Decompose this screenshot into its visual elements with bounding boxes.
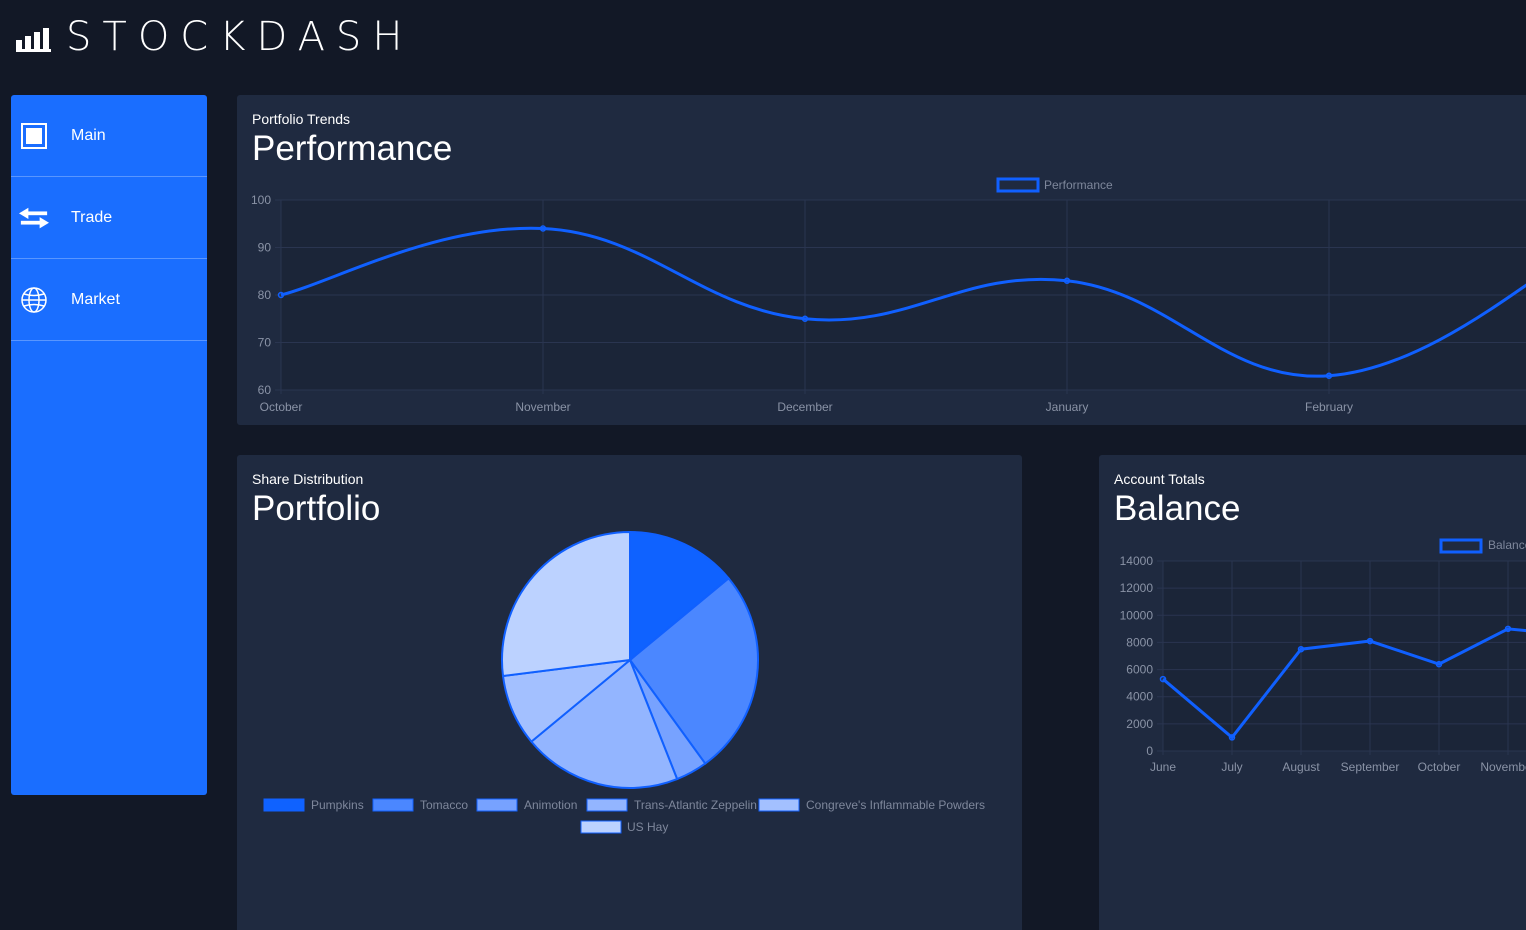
sidebar-item-label: Trade: [71, 208, 113, 226]
balance-chart: 14000 12000 10000 8000 6000 4000 2000 0 June July…: [1120, 538, 1526, 774]
y-tick-label: 2000: [1126, 717, 1153, 731]
y-tick-label: 60: [258, 383, 272, 397]
legend-label: Tomacco: [420, 798, 468, 812]
x-tick-label: December: [777, 400, 832, 414]
x-tick-label: January: [1046, 400, 1089, 414]
x-tick-label: November: [1480, 760, 1526, 774]
legend-label: Trans-Atlantic Zeppelin: [634, 798, 757, 812]
pie-slice: [501, 530, 631, 678]
legend-swatch: [580, 820, 622, 834]
y-tick-label: 14000: [1120, 554, 1154, 568]
globe-icon: [19, 285, 49, 315]
balance-card: Account Totals Balance 14000 12000 10000 80…: [1099, 455, 1526, 930]
sidebar-item-trade[interactable]: Trade: [11, 177, 207, 259]
legend-swatch: [1439, 538, 1483, 554]
sidebar-item-market[interactable]: Market: [11, 259, 207, 341]
y-tick-label: 100: [251, 193, 271, 207]
legend-swatch: [476, 798, 518, 812]
legend-label: Animotion: [524, 798, 577, 812]
brand-title[interactable]: STOCKDASH: [66, 14, 413, 60]
sidebar: Main Trade Market: [11, 95, 207, 795]
x-tick-label: October: [1418, 760, 1461, 774]
performance-chart: 100 90 80 70 60 October November December Januar…: [251, 177, 1526, 414]
y-tick-label: 6000: [1126, 663, 1153, 677]
y-tick-label: 90: [258, 241, 272, 255]
performance-card: Portfolio Trends Performance 100 90 80 70 60…: [237, 95, 1526, 425]
y-tick-label: 4000: [1126, 690, 1153, 704]
legend-label: Performance: [1044, 178, 1113, 192]
y-tick-label: 80: [258, 288, 272, 302]
legend-swatch: [758, 798, 800, 812]
legend-label: Congreve's Inflammable Powders: [806, 798, 985, 812]
sidebar-item-main[interactable]: Main: [11, 95, 207, 177]
legend-swatch: [263, 798, 305, 812]
swap-arrows-icon: [19, 203, 49, 233]
y-tick-label: 12000: [1120, 581, 1154, 595]
legend-label: Balance: [1488, 538, 1526, 552]
portfolio-card: Share Distribution Portfolio Pumpkins Tom…: [237, 455, 1022, 930]
legend-swatch: [996, 177, 1040, 193]
x-tick-label: November: [515, 400, 570, 414]
sidebar-item-label: Main: [71, 126, 106, 144]
legend-swatch: [372, 798, 414, 812]
x-tick-label: October: [260, 400, 303, 414]
y-tick-label: 8000: [1126, 635, 1153, 649]
y-tick-label: 10000: [1120, 608, 1154, 622]
sidebar-item-label: Market: [71, 290, 120, 308]
bar-chart-icon: [16, 28, 51, 52]
legend-label: Pumpkins: [311, 798, 364, 812]
x-tick-label: June: [1150, 760, 1176, 774]
legend-label: US Hay: [627, 820, 668, 834]
plot-area: [1163, 561, 1526, 751]
x-tick-label: August: [1282, 760, 1320, 774]
x-tick-label: July: [1221, 760, 1242, 774]
x-tick-label: February: [1305, 400, 1353, 414]
y-tick-label: 70: [258, 336, 272, 350]
y-tick-label: 0: [1146, 744, 1153, 758]
legend-swatch: [586, 798, 628, 812]
portfolio-pie-chart: Pumpkins Tomacco Animotion Trans-Atlantic Z…: [263, 530, 985, 834]
square-icon: [19, 121, 49, 151]
x-tick-label: September: [1341, 760, 1400, 774]
